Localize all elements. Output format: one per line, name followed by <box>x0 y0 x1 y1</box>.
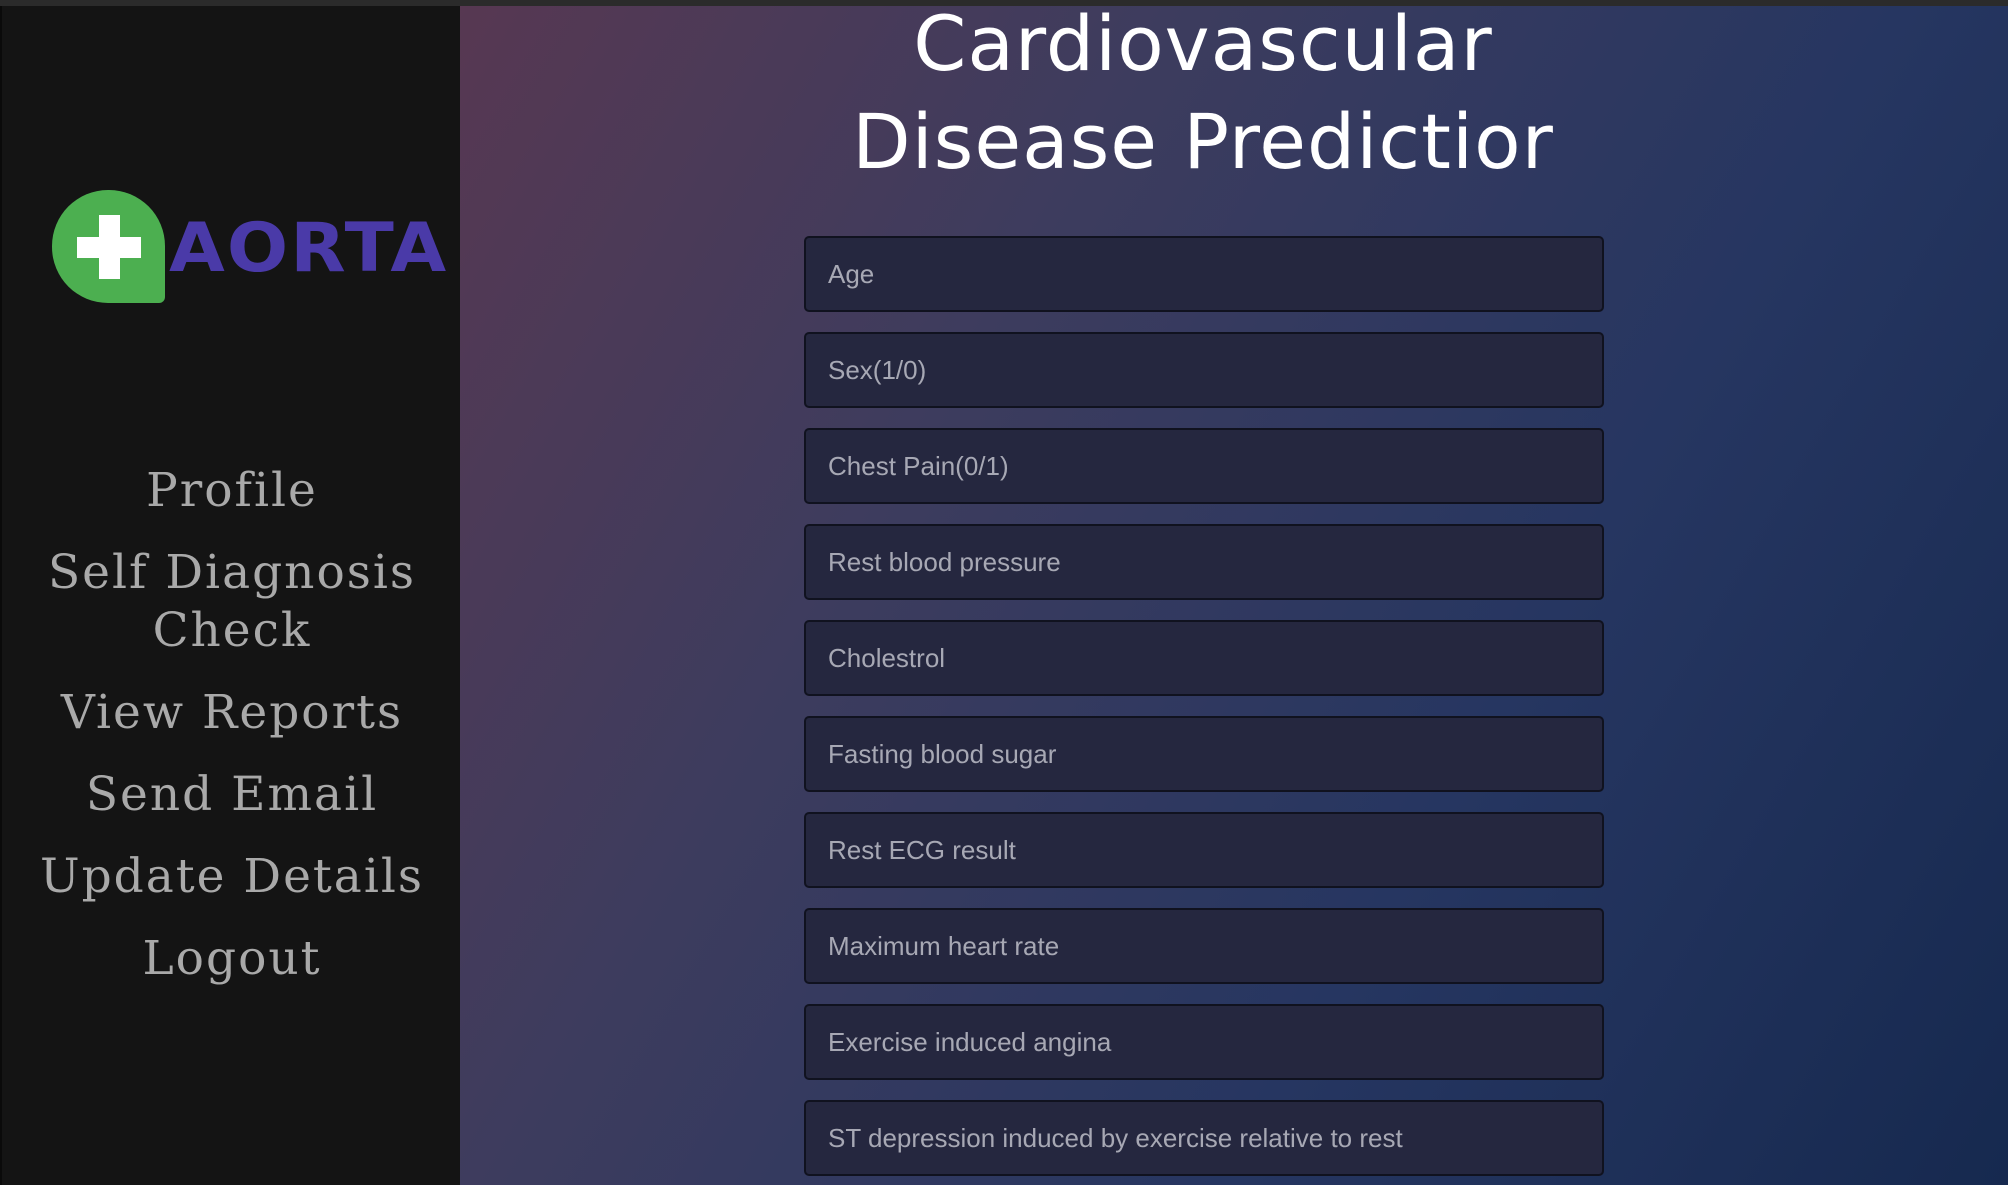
rest-ecg-result-input[interactable] <box>804 812 1604 888</box>
prediction-form <box>804 236 1604 1185</box>
sidebar-item-update-details[interactable]: Update Details <box>2 848 462 906</box>
sidebar: AORTA Profile Self Diagnosis Check View … <box>0 0 460 1185</box>
cholestrol-input[interactable] <box>804 620 1604 696</box>
medical-cross-icon <box>52 190 165 303</box>
st-depression-input[interactable] <box>804 1100 1604 1176</box>
main-content: Cardiovascular Disease Predictior <box>460 0 2008 1185</box>
sex-input[interactable] <box>804 332 1604 408</box>
sidebar-item-profile[interactable]: Profile <box>2 462 462 520</box>
sidebar-item-logout[interactable]: Logout <box>2 930 462 988</box>
chest-pain-input[interactable] <box>804 428 1604 504</box>
window-top-border <box>0 0 2008 6</box>
maximum-heart-rate-input[interactable] <box>804 908 1604 984</box>
page-title-line-2: Disease Predictior <box>852 97 1554 186</box>
age-input[interactable] <box>804 236 1604 312</box>
page-title-line-1: Cardiovascular <box>913 0 1493 88</box>
fasting-blood-sugar-input[interactable] <box>804 716 1604 792</box>
sidebar-item-view-reports[interactable]: View Reports <box>2 684 462 742</box>
page-title: Cardiovascular Disease Predictior <box>460 0 1946 191</box>
logo-text: AORTA <box>169 209 449 288</box>
aorta-logo[interactable]: AORTA <box>52 188 446 306</box>
exercise-induced-angina-input[interactable] <box>804 1004 1604 1080</box>
sidebar-nav: Profile Self Diagnosis Check View Report… <box>2 462 462 1012</box>
sidebar-item-self-diagnosis-check[interactable]: Self Diagnosis Check <box>2 544 462 660</box>
sidebar-item-send-email[interactable]: Send Email <box>2 766 462 824</box>
rest-blood-pressure-input[interactable] <box>804 524 1604 600</box>
